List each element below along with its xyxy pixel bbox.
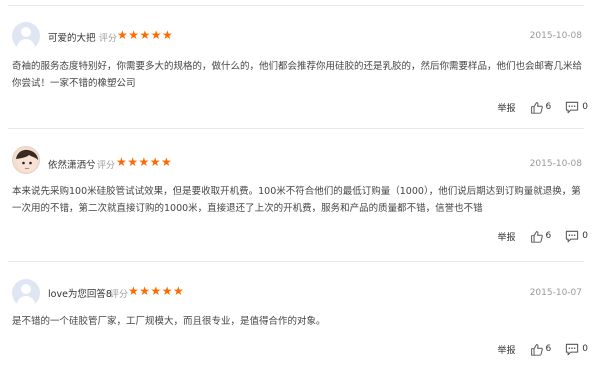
- review-item: 可爱的大把 评分 ★★★★★ 2015-10-08 奇袖的服务态度特别好，你需要…: [0, 0, 600, 128]
- avatar[interactable]: [12, 279, 40, 307]
- rating-label: 评分: [110, 290, 129, 300]
- comment-bubble-icon: [566, 343, 579, 355]
- comment-bubble-icon: [566, 101, 579, 113]
- review-content: 奇袖的服务态度特别好，你需要多大的规格的，做什么的，他们都会推荐你用硅胶的还是乳…: [12, 61, 583, 89]
- username[interactable]: 可爱的大把: [48, 30, 96, 44]
- comment-count: 0: [582, 344, 588, 354]
- like-count: 6: [545, 344, 552, 354]
- thumbs-up-icon: [530, 230, 543, 243]
- like-count: 6: [545, 102, 552, 112]
- review-date: 2015-10-07: [529, 288, 582, 298]
- like-button[interactable]: 6: [530, 343, 552, 356]
- thumbs-up-icon: [530, 343, 543, 356]
- review-actions: 举报 6 0: [498, 229, 588, 243]
- username[interactable]: 依然潇洒兮: [48, 157, 96, 171]
- comment-count: 0: [582, 231, 588, 241]
- report-button[interactable]: 举报: [498, 101, 516, 114]
- like-button[interactable]: 6: [530, 101, 552, 114]
- comment-button[interactable]: 0: [565, 101, 588, 114]
- rating-label: 评分: [97, 161, 116, 171]
- review-item: love为您回答8 评分 ★★★★★ 2015-10-07 是不错的一个硅胶管厂…: [0, 262, 600, 369]
- review-item: 依然潇洒兮 评分 ★★★★★ 2015-10-08 本来说先采购100米硅胶管试…: [0, 128, 600, 262]
- avatar[interactable]: [12, 146, 40, 174]
- review-content: 是不错的一个硅胶管厂家，工厂规模大，而且很专业，是值得合作的对象。: [12, 316, 326, 327]
- thumbs-up-icon: [530, 101, 543, 114]
- username[interactable]: love为您回答8: [48, 286, 112, 300]
- comment-button[interactable]: 0: [565, 230, 588, 243]
- report-button[interactable]: 举报: [498, 343, 516, 356]
- rating-label: 评分: [99, 34, 118, 44]
- comment-button[interactable]: 0: [565, 343, 588, 356]
- review-actions: 举报 6 0: [498, 100, 588, 114]
- review-date: 2015-10-08: [529, 31, 582, 41]
- avatar[interactable]: [12, 22, 40, 50]
- review-date: 2015-10-08: [529, 159, 582, 169]
- comment-count: 0: [582, 102, 588, 112]
- report-button[interactable]: 举报: [498, 230, 516, 243]
- star-rating: ★★★★★: [117, 28, 174, 42]
- review-actions: 举报 6 0: [498, 342, 588, 356]
- star-rating: ★★★★★: [128, 284, 185, 298]
- star-rating: ★★★★★: [116, 155, 173, 169]
- comment-bubble-icon: [566, 230, 579, 242]
- review-content: 本来说先采购100米硅胶管试试效果，但是要收取开机费。100米不符合他们的最低订…: [12, 186, 581, 214]
- like-count: 6: [545, 231, 552, 241]
- like-button[interactable]: 6: [530, 230, 552, 243]
